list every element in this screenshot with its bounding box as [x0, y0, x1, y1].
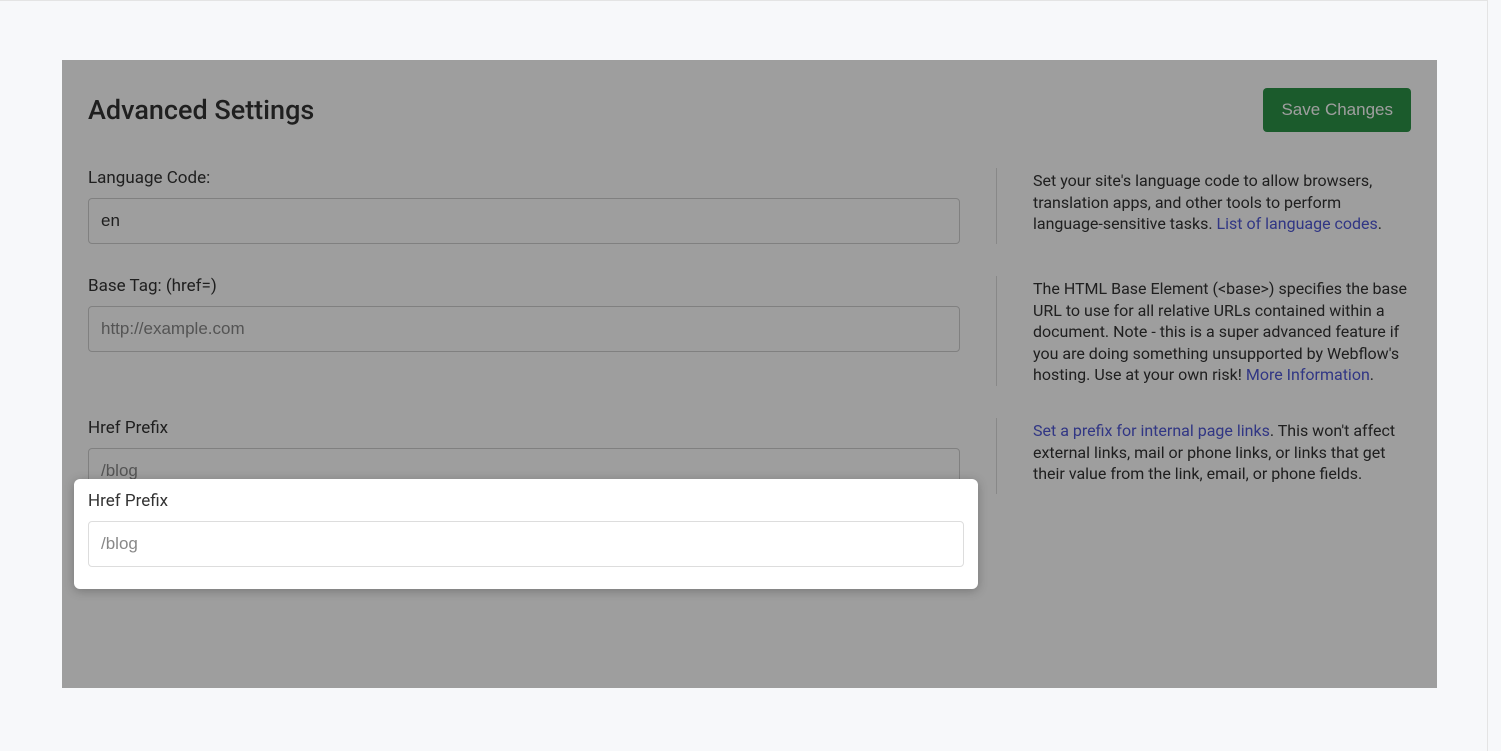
href-prefix-input[interactable] — [88, 521, 964, 567]
href-prefix-highlight-card: Href Prefix — [74, 479, 978, 589]
href-prefix-label: Href Prefix — [88, 491, 964, 511]
scrollbar-gutter — [1487, 0, 1501, 751]
top-divider — [0, 0, 1487, 1]
dim-overlay — [62, 60, 1437, 688]
